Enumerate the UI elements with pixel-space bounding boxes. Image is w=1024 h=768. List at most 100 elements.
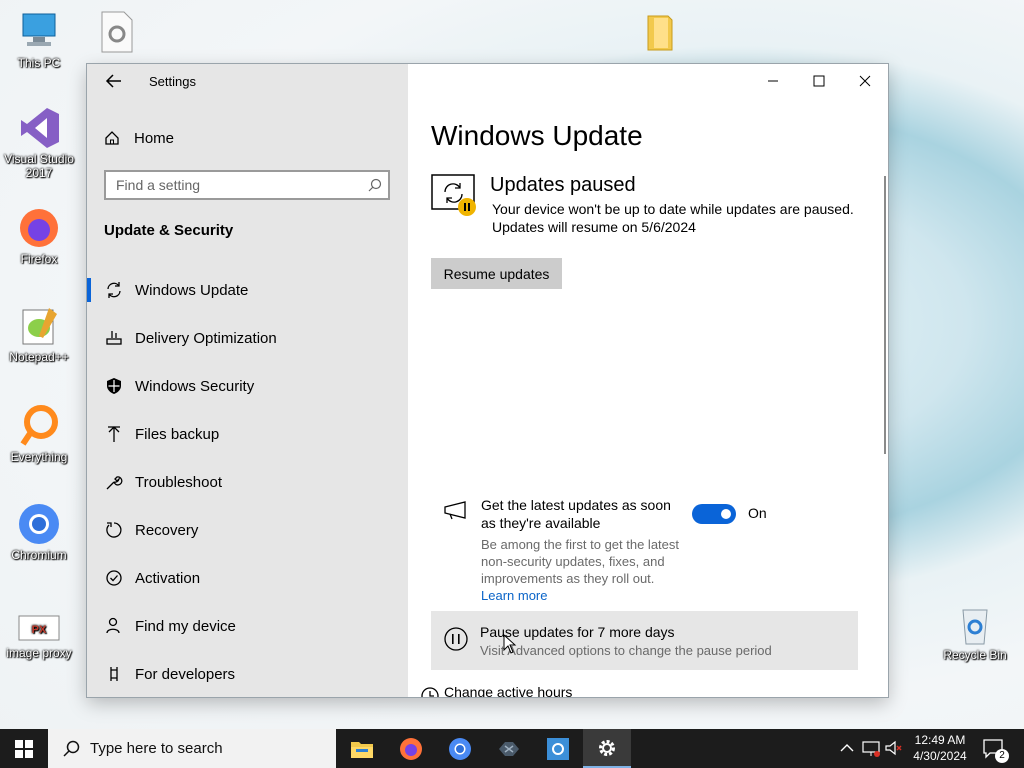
desktop-icon-file[interactable]	[78, 10, 154, 56]
firefox-icon	[17, 206, 61, 250]
sidebar-item-label: Troubleshoot	[135, 473, 222, 491]
close-button[interactable]	[842, 64, 888, 98]
taskbar-settings[interactable]	[583, 729, 631, 768]
sidebar-item-find-my-device[interactable]: Find my device	[87, 606, 408, 646]
volume-muted-icon[interactable]	[884, 739, 902, 757]
recycle-bin-icon	[953, 602, 997, 646]
latest-updates-toggle[interactable]	[692, 504, 736, 524]
clock-time: 12:49 AM	[914, 733, 966, 747]
start-button[interactable]	[0, 729, 48, 768]
clock-icon	[421, 687, 439, 697]
settings-search-input[interactable]: Find a setting	[104, 170, 390, 200]
desktop-icon-label: Notepad++	[9, 350, 69, 364]
check-circle-icon	[103, 567, 125, 589]
desktop-icon-notepadpp[interactable]: Notepad++	[1, 304, 77, 364]
latest-updates-title: Get the latest updates as soon as they'r…	[481, 497, 671, 531]
sidebar-item-label: For developers	[135, 665, 236, 683]
sidebar-item-for-developers[interactable]: For developers	[87, 654, 408, 694]
desktop-icon-image-proxy[interactable]: PX image proxy	[1, 610, 77, 660]
folder-icon	[638, 10, 682, 54]
page-title: Windows Update	[431, 120, 643, 151]
maximize-button[interactable]	[796, 64, 842, 98]
windows-logo-icon	[15, 739, 33, 758]
settings-main: Windows Update Updates paused Your devic…	[408, 64, 888, 697]
latest-updates-desc-text: Be among the first to get the latest non…	[481, 537, 680, 586]
developer-icon	[103, 663, 125, 685]
sidebar-item-label: Windows Update	[135, 281, 249, 299]
learn-more-link[interactable]: Learn more	[481, 588, 547, 603]
sidebar-item-label: Activation	[135, 569, 201, 587]
notification-count-badge: 2	[995, 749, 1009, 763]
sidebar-item-windows-update[interactable]: Windows Update	[87, 270, 408, 310]
gear-icon	[599, 739, 615, 756]
control-panel-icon	[547, 737, 569, 760]
desktop-icon-firefox[interactable]: Firefox	[1, 206, 77, 266]
back-arrow-icon[interactable]	[103, 70, 125, 92]
sidebar-item-troubleshoot[interactable]: Troubleshoot	[87, 462, 408, 502]
desktop-icon-label: Recycle Bin	[943, 648, 1007, 662]
desktop-icon-label: This PC	[17, 56, 61, 70]
status-line-2: Updates will resume on 5/6/2024	[492, 219, 696, 235]
taskbar: Type here to search 12:49 AM 4/30/2024 2	[0, 729, 1024, 768]
taskbar-search-box[interactable]: Type here to search	[48, 729, 336, 768]
updates-status-title: Updates paused	[490, 174, 636, 196]
desktop-icon-label: Everything	[10, 450, 68, 464]
search-icon	[63, 740, 80, 757]
folder-icon	[351, 741, 373, 758]
taskbar-firefox[interactable]	[387, 729, 435, 768]
maximize-icon	[813, 75, 825, 87]
desktop-icon-visual-studio[interactable]: Visual Studio 2017	[1, 106, 77, 180]
updates-status-description: Your device won't be up to date while up…	[492, 200, 854, 236]
settings-file-icon	[94, 10, 138, 54]
scrollbar[interactable]	[884, 176, 886, 454]
sidebar-item-activation[interactable]: Activation	[87, 558, 408, 598]
pause-updates-row[interactable]: Pause updates for 7 more days Visit Adva…	[431, 611, 858, 670]
visual-studio-icon	[17, 106, 61, 150]
taskbar-clock[interactable]: 12:49 AM 4/30/2024	[905, 732, 975, 764]
sidebar-item-recovery[interactable]: Recovery	[87, 510, 408, 550]
svg-text:PX: PX	[32, 624, 47, 636]
everything-icon	[17, 404, 61, 448]
nav-home-label: Home	[134, 129, 175, 147]
chevron-up-icon[interactable]	[840, 742, 854, 754]
taskbar-chromium[interactable]	[436, 729, 484, 768]
image-proxy-icon: PX	[17, 610, 61, 644]
desktop-icon-this-pc[interactable]: This PC	[1, 10, 77, 70]
home-icon	[105, 131, 119, 145]
search-icon	[368, 178, 382, 192]
network-icon[interactable]	[862, 739, 880, 757]
notepadpp-icon	[17, 304, 61, 348]
resume-updates-button[interactable]: Resume updates	[431, 258, 562, 289]
desktop-icon-recycle-bin[interactable]: Recycle Bin	[937, 602, 1013, 662]
desktop-icon-folder[interactable]	[622, 10, 698, 56]
search-placeholder: Find a setting	[116, 177, 201, 193]
person-icon	[103, 615, 125, 637]
computer-icon	[17, 10, 61, 54]
mouse-cursor-icon	[503, 634, 517, 654]
desktop-icon-label: image proxy	[6, 646, 72, 660]
nav-home[interactable]: Home	[104, 128, 174, 148]
sidebar-item-label: Files backup	[135, 425, 220, 443]
sync-icon	[103, 279, 125, 301]
toggle-state-label: On	[748, 505, 767, 521]
megaphone-icon	[444, 501, 466, 520]
change-active-hours-label: Change active hours	[444, 684, 573, 697]
desktop-icon-chromium[interactable]: Chromium	[1, 502, 77, 562]
sidebar-item-delivery-optimization[interactable]: Delivery Optimization	[87, 318, 408, 358]
firefox-icon	[400, 737, 422, 760]
sidebar-item-windows-security[interactable]: Windows Security	[87, 366, 408, 406]
desktop-icon-everything[interactable]: Everything	[1, 404, 77, 464]
sidebar-item-files-backup[interactable]: Files backup	[87, 414, 408, 454]
taskbar-file-explorer[interactable]	[338, 729, 386, 768]
change-active-hours-row[interactable]: Change active hours	[421, 684, 573, 697]
taskbar-app-dark[interactable]	[485, 729, 533, 768]
taskbar-app-blue[interactable]	[534, 729, 582, 768]
action-center-button[interactable]: 2	[982, 737, 1009, 763]
minimize-button[interactable]	[750, 64, 796, 98]
desktop-icon-label: Visual Studio 2017	[4, 152, 74, 180]
sidebar-item-label: Delivery Optimization	[135, 329, 277, 347]
latest-updates-description: Be among the first to get the latest non…	[481, 536, 681, 604]
settings-sidebar: Settings Home Find a setting Update & Se…	[87, 64, 408, 697]
window-title: Settings	[149, 74, 196, 89]
chromium-icon	[449, 737, 471, 760]
